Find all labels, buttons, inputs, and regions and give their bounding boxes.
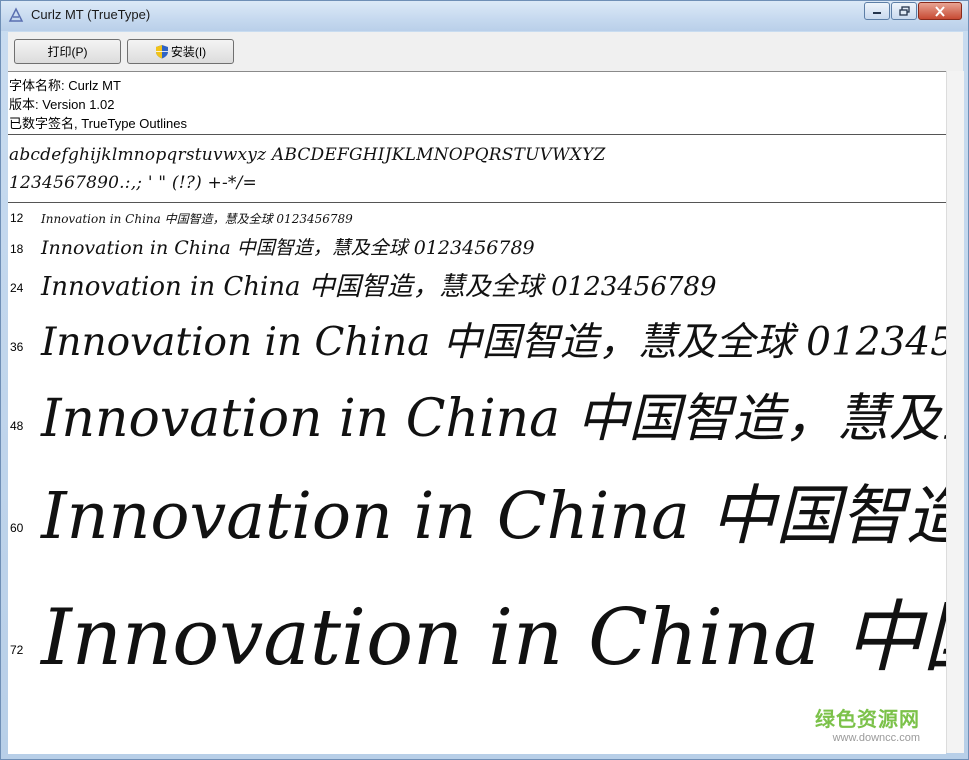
sample-size: 60 bbox=[10, 521, 24, 535]
restore-icon bbox=[898, 6, 910, 16]
toolbar: 打印(P) 安装(I) bbox=[8, 32, 963, 71]
sample-text: Innovation in China 中国智造，慧及全球 0123456789 bbox=[41, 593, 946, 683]
watermark: 绿色资源网 www.downcc.com bbox=[815, 703, 920, 744]
sample-row: 60 Innovation in China 中国智造，慧及全球 0123456… bbox=[8, 458, 946, 558]
window-title: Curlz MT (TrueType) bbox=[31, 7, 151, 22]
sample-text: Innovation in China 中国智造，慧及全球 0123456789 bbox=[41, 272, 717, 302]
close-button[interactable] bbox=[918, 2, 962, 20]
charset-digits: 1234567890.:,; ' " (!?) +-*/= bbox=[9, 173, 258, 193]
sample-size: 72 bbox=[10, 643, 24, 657]
sample-text: Innovation in China 中国智造，慧及全球 0123456789 bbox=[41, 320, 946, 365]
divider bbox=[8, 202, 946, 203]
install-button-label: 安装(I) bbox=[170, 45, 207, 59]
sample-row: 48 Innovation in China 中国智造，慧及全球 0123456… bbox=[8, 373, 946, 451]
print-button-label: 打印(P) bbox=[47, 45, 88, 59]
sample-size: 12 bbox=[10, 211, 24, 225]
close-icon bbox=[935, 5, 945, 17]
sample-size: 24 bbox=[10, 281, 24, 295]
sample-text: Innovation in China 中国智造，慧及全球 0123456789 bbox=[41, 479, 946, 554]
font-info: 字体名称: Curlz MT 版本: Version 1.02 已数字签名, T… bbox=[9, 76, 187, 133]
vertical-scrollbar[interactable] bbox=[946, 71, 964, 753]
sample-text: Innovation in China 中国智造，慧及全球 0123456789 bbox=[41, 389, 946, 449]
charset-letters: abcdefghijklmnopqrstuvwxyz ABCDEFGHIJKLM… bbox=[9, 145, 606, 165]
sample-size: 18 bbox=[10, 242, 24, 256]
install-button[interactable]: 安装(I) bbox=[127, 39, 234, 64]
uac-shield-icon bbox=[155, 45, 168, 59]
window-controls bbox=[863, 2, 962, 20]
sample-size: 48 bbox=[10, 419, 24, 433]
maximize-button[interactable] bbox=[891, 2, 917, 20]
sample-text: Innovation in China 中国智造，慧及全球 0123456789 bbox=[41, 237, 535, 259]
sample-row: 12 Innovation in China 中国智造，慧及全球 0123456… bbox=[8, 208, 946, 230]
sample-row: 72 Innovation in China 中国智造，慧及全球 0123456… bbox=[8, 570, 946, 688]
font-app-icon bbox=[8, 7, 24, 22]
sample-row: 36 Innovation in China 中国智造，慧及全球 0123456… bbox=[8, 308, 946, 368]
watermark-url: www.downcc.com bbox=[832, 732, 920, 744]
font-name: 字体名称: Curlz MT bbox=[9, 78, 121, 93]
minimize-button[interactable] bbox=[864, 2, 890, 20]
watermark-title: 绿色资源网 bbox=[815, 707, 920, 731]
divider bbox=[8, 134, 946, 135]
font-signature: 已数字签名, TrueType Outlines bbox=[9, 116, 187, 131]
print-button[interactable]: 打印(P) bbox=[14, 39, 121, 64]
sample-text: Innovation in China 中国智造，慧及全球 0123456789 bbox=[41, 212, 353, 226]
sample-row: 18 Innovation in China 中国智造，慧及全球 0123456… bbox=[8, 231, 946, 263]
minimize-icon bbox=[873, 12, 881, 14]
font-preview-pane: 字体名称: Curlz MT 版本: Version 1.02 已数字签名, T… bbox=[8, 71, 946, 754]
title-bar[interactable]: Curlz MT (TrueType) bbox=[1, 1, 968, 31]
font-version: 版本: Version 1.02 bbox=[9, 97, 115, 112]
font-viewer-window: Curlz MT (TrueType) 打印(P) 安装(I) 字体名称: Cu… bbox=[0, 0, 969, 760]
sample-row: 24 Innovation in China 中国智造，慧及全球 0123456… bbox=[8, 264, 946, 304]
sample-size: 36 bbox=[10, 340, 24, 354]
